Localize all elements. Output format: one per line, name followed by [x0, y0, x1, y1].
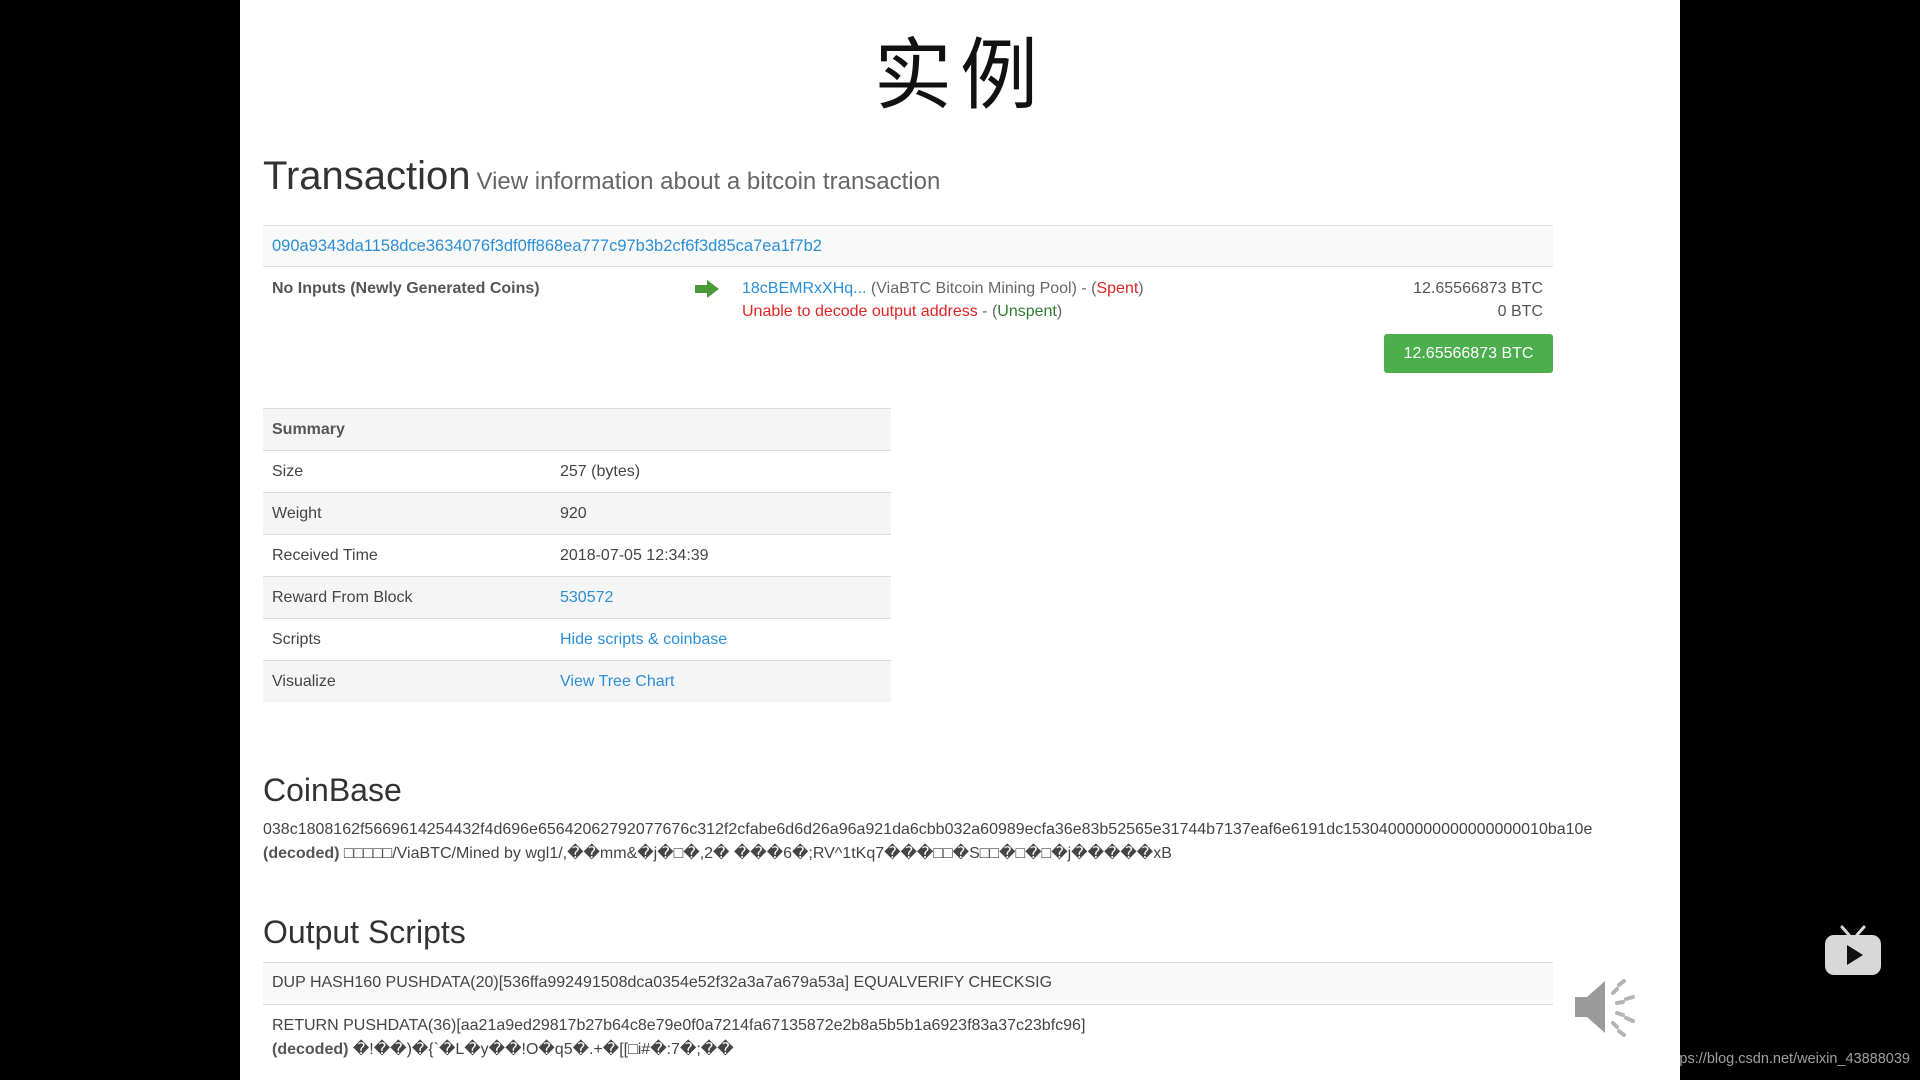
table-row: Weight 920: [263, 492, 891, 534]
coinbase-decoded: (decoded) □□□□□/ViaBTC/Mined by wgl1/,��…: [263, 843, 1651, 865]
output-scripts-table: DUP HASH160 PUSHDATA(20)[536ffa992491508…: [263, 962, 1553, 1066]
summary-header: Summary: [272, 421, 345, 438]
transaction-hash-link[interactable]: 090a9343da1158dce3634076f3df0ff868ea777c…: [272, 226, 822, 266]
view-tree-chart-link[interactable]: View Tree Chart: [560, 661, 674, 702]
watermark-url: https://blog.csdn.net/weixin_43888039: [1663, 1051, 1910, 1067]
summary-header-row: Summary: [263, 408, 891, 450]
summary-value: 257 (bytes): [560, 463, 641, 480]
output-status-close: ): [1138, 280, 1144, 297]
summary-label: Size: [272, 463, 304, 480]
output-line-2: Unable to decode output address - (Unspe…: [742, 301, 1062, 323]
summary-label: Received Time: [272, 547, 378, 564]
coinbase-heading: CoinBase: [263, 772, 402, 808]
summary-label: Reward From Block: [272, 589, 413, 606]
summary-label: Weight: [272, 505, 322, 522]
presentation-slide: 实例 Transaction View information about a b…: [240, 0, 1680, 1080]
table-row: Size 257 (bytes): [263, 450, 891, 492]
decoded-label: (decoded): [272, 1041, 349, 1058]
page-subtitle: View information about a bitcoin transac…: [476, 168, 941, 195]
transaction-hash-bar: 090a9343da1158dce3634076f3df0ff868ea777c…: [263, 225, 1553, 267]
output-status-close: ): [1056, 303, 1063, 320]
table-row: Reward From Block 530572: [263, 576, 891, 618]
output-undecodable-label: Unable to decode output address: [742, 303, 978, 320]
arrow-right-icon: [695, 280, 719, 298]
output-address-link[interactable]: 18cBEMRxXHq...: [742, 280, 866, 297]
output-separator: - (: [977, 303, 998, 320]
decoded-label: (decoded): [263, 845, 340, 862]
slide-title: 实例: [873, 31, 1046, 121]
play-icon[interactable]: [1822, 925, 1884, 979]
output-status-unspent: Unspent: [997, 303, 1057, 320]
page-title: Transaction: [263, 154, 471, 198]
table-row: Visualize View Tree Chart: [263, 660, 891, 702]
coinbase-hex: 038c1808162f5669614254432f4d696e65642062…: [263, 821, 1593, 838]
summary-table: Summary Size 257 (bytes) Weight 920 Rece…: [263, 408, 891, 702]
output-script: RETURN PUSHDATA(36)[aa21a9ed29817b27b64c…: [272, 1017, 1086, 1034]
table-row: RETURN PUSHDATA(36)[aa21a9ed29817b27b64c…: [263, 1004, 1553, 1066]
transaction-heading: Transaction View information about a bitc…: [263, 154, 940, 199]
output-script-decoded: (decoded) �!��)�{`�L�y��!O�q5�.+�[[□i#�:…: [272, 1039, 734, 1061]
summary-value: 920: [560, 505, 587, 522]
decoded-value: �!��)�{`�L�y��!O�q5�.+�[[□i#�:7�;��: [348, 1041, 734, 1058]
summary-value: 2018-07-05 12:34:39: [560, 547, 709, 564]
table-row: Scripts Hide scripts & coinbase: [263, 618, 891, 660]
output-amount-2: 0 BTC: [1497, 303, 1543, 320]
table-row: DUP HASH160 PUSHDATA(20)[536ffa992491508…: [263, 962, 1553, 1004]
summary-label: Scripts: [272, 631, 321, 648]
hide-scripts-link[interactable]: Hide scripts & coinbase: [560, 619, 727, 660]
output-pool-label: (ViaBTC Bitcoin Mining Pool) - (: [866, 280, 1097, 297]
output-script: DUP HASH160 PUSHDATA(20)[536ffa992491508…: [272, 974, 1053, 991]
block-link[interactable]: 530572: [560, 577, 613, 618]
output-status-spent: Spent: [1096, 280, 1139, 297]
output-amount-1: 12.65566873 BTC: [1413, 280, 1543, 297]
table-row: Received Time 2018-07-05 12:34:39: [263, 534, 891, 576]
total-amount-button[interactable]: 12.65566873 BTC: [1384, 334, 1553, 373]
inputs-label: No Inputs (Newly Generated Coins): [272, 280, 540, 297]
output-scripts-heading: Output Scripts: [263, 914, 466, 950]
decoded-value: □□□□□/ViaBTC/Mined by wgl1/,��mm&�j�□�,2…: [339, 845, 1172, 862]
summary-label: Visualize: [272, 673, 336, 690]
speaker-icon[interactable]: [1571, 973, 1643, 1041]
output-line-1: 18cBEMRxXHq... (ViaBTC Bitcoin Mining Po…: [742, 278, 1144, 300]
